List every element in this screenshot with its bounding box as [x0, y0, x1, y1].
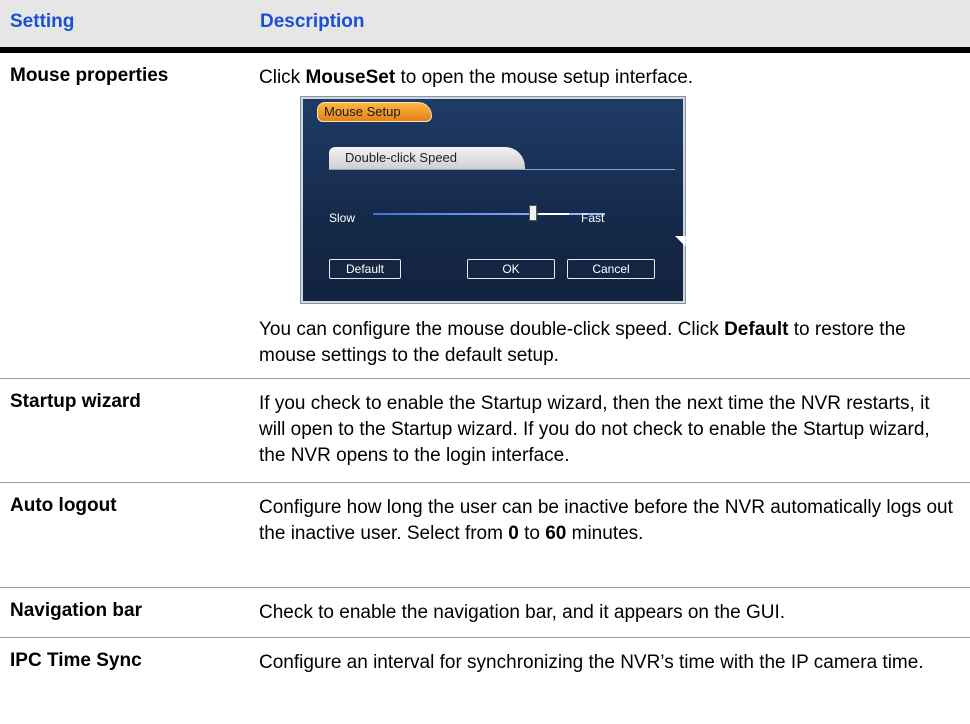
setting-label: IPC Time Sync	[10, 650, 142, 671]
setting-description: Configure how long the user can be inact…	[259, 495, 961, 547]
setting-label: Startup wizard	[10, 391, 141, 412]
header-setting: Setting	[10, 11, 75, 32]
desc-bold: 60	[545, 523, 567, 544]
mouse-desc-line: Click MouseSet to open the mouse setup i…	[259, 65, 961, 91]
speed-slider-track[interactable]	[373, 213, 605, 215]
ok-button[interactable]: OK	[467, 259, 555, 279]
setting-label: Mouse properties	[10, 65, 169, 86]
desc-text: to	[518, 523, 546, 544]
desc-text: minutes.	[566, 523, 644, 544]
desc-text: to open the mouse setup interface.	[395, 67, 694, 88]
setting-description: Check to enable the navigation bar, and …	[259, 602, 786, 623]
cancel-button[interactable]: Cancel	[567, 259, 655, 279]
table-header: Setting Description	[0, 0, 970, 53]
header-description: Description	[260, 11, 365, 32]
mouse-cursor-icon: ◥	[675, 232, 686, 248]
desc-text: Click	[259, 67, 306, 88]
table-row: Auto logout Configure how long the user …	[0, 483, 970, 588]
desc-bold: 0	[508, 523, 519, 544]
dialog-title: Mouse Setup	[317, 102, 432, 122]
table-row: Startup wizard If you check to enable th…	[0, 379, 970, 483]
fast-label: Fast	[581, 211, 605, 225]
settings-table: Setting Description Mouse properties Cli…	[0, 0, 970, 718]
setting-description: If you check to enable the Startup wizar…	[259, 393, 930, 466]
setting-label: Navigation bar	[10, 600, 142, 621]
table-row: Mouse properties Click MouseSet to open …	[0, 53, 970, 379]
setting-description: Configure an interval for synchronizing …	[259, 652, 924, 673]
table-row: IPC Time Sync Configure an interval for …	[0, 638, 970, 718]
mouse-desc-after: You can configure the mouse double-click…	[259, 317, 961, 369]
desc-text: You can configure the mouse double-click…	[259, 319, 725, 340]
tab-divider	[329, 169, 675, 170]
table-row: Navigation bar Check to enable the navig…	[0, 588, 970, 638]
slow-label: Slow	[329, 211, 356, 225]
setting-label: Auto logout	[10, 495, 117, 516]
speed-slider-track-end	[539, 213, 569, 215]
tab-double-click-speed[interactable]: Double-click Speed	[329, 147, 525, 169]
mouse-setup-dialog: Mouse Setup Double-click Speed Slow Fast…	[301, 97, 686, 303]
desc-bold: Default	[724, 319, 789, 340]
speed-slider-thumb[interactable]	[529, 205, 537, 221]
default-button[interactable]: Default	[329, 259, 401, 279]
setting-description: Click MouseSet to open the mouse setup i…	[259, 65, 961, 369]
desc-bold: MouseSet	[305, 67, 396, 88]
